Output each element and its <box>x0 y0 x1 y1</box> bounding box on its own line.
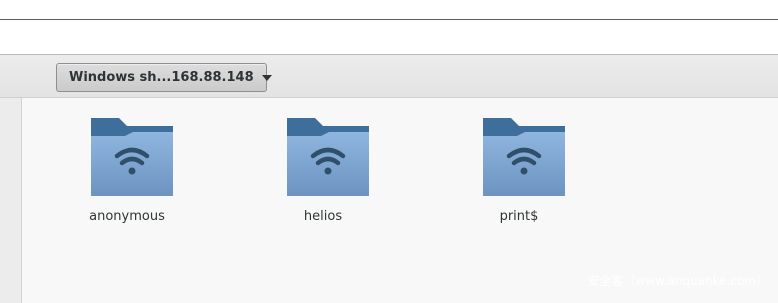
sidebar <box>0 98 22 303</box>
location-toolbar: Windows sh...168.88.148 <box>0 54 778 98</box>
location-dropdown-button[interactable]: Windows sh...168.88.148 <box>56 63 272 92</box>
file-manager-window: Windows sh...168.88.148 anonymous helios… <box>0 0 778 303</box>
location-label: Windows sh...168.88.148 <box>69 70 254 85</box>
header-strip <box>0 20 778 54</box>
folder-item-print-share[interactable]: print$ <box>469 98 569 224</box>
watermark-text: 安全客（www.anquanke.com） <box>587 274 768 288</box>
chevron-down-icon <box>261 74 272 81</box>
file-grid: anonymous helios print$ 安全客（www.anquanke… <box>22 98 778 303</box>
folder-label: print$ <box>499 209 539 224</box>
folder-item-anonymous[interactable]: anonymous <box>77 98 177 224</box>
network-share-folder-icon <box>483 118 565 196</box>
network-share-folder-icon <box>287 118 369 196</box>
network-share-folder-icon <box>91 118 173 196</box>
folder-item-helios[interactable]: helios <box>273 98 373 224</box>
folder-label: anonymous <box>89 209 165 224</box>
folder-label: helios <box>303 209 343 224</box>
